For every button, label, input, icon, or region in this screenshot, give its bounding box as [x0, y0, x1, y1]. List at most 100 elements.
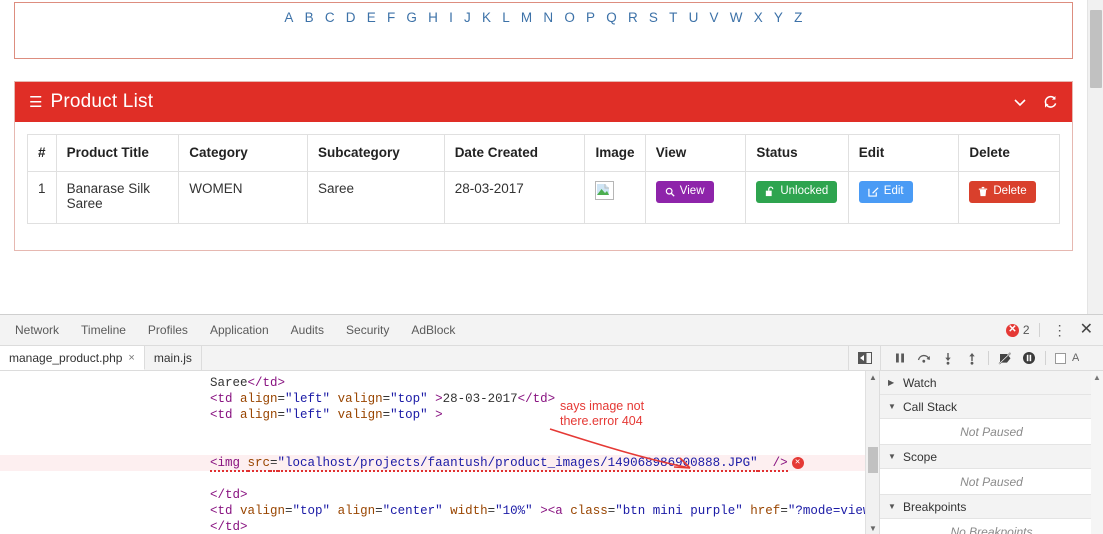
- alphabet-link-n[interactable]: N: [543, 10, 553, 25]
- alphabet-link-c[interactable]: C: [325, 10, 335, 25]
- alphabet-link-f[interactable]: F: [387, 10, 395, 25]
- alphabet-link-q[interactable]: Q: [606, 10, 617, 25]
- sidebar-section-watch[interactable]: ▶ Watch: [880, 371, 1103, 395]
- alphabet-link-b[interactable]: B: [305, 10, 314, 25]
- step-into-icon[interactable]: [937, 347, 959, 369]
- scroll-up-icon[interactable]: ▲: [869, 373, 877, 382]
- sidebar-section-call-stack[interactable]: ▼ Call Stack: [880, 395, 1103, 419]
- step-over-icon[interactable]: [913, 347, 935, 369]
- cell-subcategory: Saree: [306, 171, 445, 224]
- file-tab-manage-product-php[interactable]: manage_product.php ×: [0, 346, 145, 370]
- alphabet-link-a[interactable]: A: [284, 10, 293, 25]
- alphabet-link-k[interactable]: K: [482, 10, 491, 25]
- alphabet-link-w[interactable]: W: [730, 10, 743, 25]
- alphabet-link-p[interactable]: P: [586, 10, 595, 25]
- devtools-tab-profiles[interactable]: Profiles: [137, 315, 199, 345]
- chevron-down-icon: ▼: [888, 502, 896, 511]
- more-vertical-icon[interactable]: ⋮: [1044, 323, 1076, 337]
- line-error-icon[interactable]: ✕: [791, 456, 804, 469]
- cell-title: Banarase Silk Saree: [55, 171, 180, 224]
- screenshot-root: ABCDEFGHIJKLMNOPQRSTUVWXYZ ☰ Product Lis…: [0, 0, 1103, 534]
- code-token: Saree: [210, 376, 248, 390]
- code-token: "btn mini purple": [615, 504, 743, 518]
- source-code: Saree</td> <td align="left" valign="top" …: [0, 371, 879, 534]
- debugger-sidebar: ▶ Watch ▼ Call Stack Not Paused ▼ Scope Not Pau…: [880, 371, 1103, 534]
- editor-scrollbar-thumb[interactable]: [868, 447, 878, 473]
- sidebar-section-body: No Breakpoints: [880, 519, 1103, 534]
- devtools-tabbar: Network Timeline Profiles Application Audits…: [0, 315, 1103, 346]
- delete-button[interactable]: Delete: [969, 181, 1036, 203]
- alphabet-link-l[interactable]: L: [502, 10, 510, 25]
- code-token: "top": [292, 504, 331, 518]
- cell-view: View: [644, 171, 747, 224]
- file-tab-main-js[interactable]: main.js: [145, 346, 202, 370]
- status-unlocked-button[interactable]: Unlocked: [756, 181, 838, 203]
- scroll-down-icon[interactable]: ▼: [869, 524, 877, 533]
- alphabet-link-e[interactable]: E: [367, 10, 376, 25]
- debugger-toolbar: A: [880, 346, 1103, 370]
- page-scrollbar[interactable]: [1087, 0, 1103, 314]
- source-editor[interactable]: Saree</td> <td align="left" valign="top" …: [0, 371, 880, 534]
- alphabet-link-z[interactable]: Z: [794, 10, 802, 25]
- edit-button[interactable]: Edit: [858, 181, 913, 203]
- alphabet-link-t[interactable]: T: [669, 10, 677, 25]
- devtools-tab-adblock[interactable]: AdBlock: [400, 315, 466, 345]
- header-status: Status: [745, 134, 849, 172]
- editor-scrollbar[interactable]: ▲ ▼: [865, 371, 879, 534]
- deactivate-breakpoints-icon[interactable]: [994, 347, 1016, 369]
- alphabet-link-i[interactable]: I: [449, 10, 453, 25]
- show-navigator-icon[interactable]: [848, 346, 880, 370]
- alphabet-link-x[interactable]: X: [754, 10, 763, 25]
- code-token: <td: [210, 392, 241, 406]
- devtools-tab-audits[interactable]: Audits: [280, 315, 335, 345]
- alphabet-link-r[interactable]: R: [628, 10, 638, 25]
- alphabet-link-o[interactable]: O: [564, 10, 575, 25]
- devtools-tab-timeline[interactable]: Timeline: [70, 315, 137, 345]
- step-out-icon[interactable]: [961, 347, 983, 369]
- code-token: valign: [337, 392, 383, 406]
- cell-num: 1: [27, 171, 57, 224]
- alphabet-link-j[interactable]: J: [464, 10, 471, 25]
- refresh-icon[interactable]: [1042, 94, 1058, 110]
- hamburger-icon: ☰: [29, 93, 43, 111]
- alphabet-link-s[interactable]: S: [649, 10, 658, 25]
- pause-on-exceptions-icon[interactable]: [1018, 347, 1040, 369]
- chevron-down-icon[interactable]: [1012, 94, 1028, 110]
- cell-date-created: 28-03-2017: [443, 171, 586, 224]
- alphabet-link-g[interactable]: G: [406, 10, 417, 25]
- file-tab-close-icon[interactable]: ×: [128, 352, 134, 364]
- error-count-badge[interactable]: ✕ 2: [1005, 323, 1040, 337]
- view-button[interactable]: View: [655, 181, 714, 203]
- close-icon[interactable]: ✕: [1076, 322, 1103, 338]
- devtools-tab-security[interactable]: Security: [335, 315, 400, 345]
- alphabet-link-v[interactable]: V: [710, 10, 719, 25]
- sidebar-scrollbar[interactable]: ▲: [1091, 371, 1103, 534]
- sidebar-section-scope[interactable]: ▼ Scope: [880, 445, 1103, 469]
- pause-icon[interactable]: [889, 347, 911, 369]
- trash-icon: [979, 187, 988, 197]
- code-line: <td align="left" valign="top" >: [210, 407, 879, 423]
- code-token: "10%": [495, 504, 533, 518]
- product-list-header: ☰ Product List: [15, 82, 1072, 122]
- alphabet-link-y[interactable]: Y: [774, 10, 783, 25]
- code-token: <a: [547, 504, 571, 518]
- devtools-main: Saree</td> <td align="left" valign="top" …: [0, 371, 1103, 534]
- code-token: =: [277, 408, 286, 422]
- async-checkbox[interactable]: [1055, 352, 1066, 364]
- sidebar-section-breakpoints[interactable]: ▼ Breakpoints: [880, 495, 1103, 519]
- alphabet-link-h[interactable]: H: [428, 10, 438, 25]
- code-token: </td>: [247, 376, 286, 390]
- alphabet-link-d[interactable]: D: [346, 10, 356, 25]
- sidebar-scroll-up-icon[interactable]: ▲: [1093, 373, 1101, 382]
- alphabet-link-m[interactable]: M: [521, 10, 532, 25]
- alphabet-link-u[interactable]: U: [689, 10, 699, 25]
- devtools-tab-network[interactable]: Network: [4, 315, 70, 345]
- chevron-down-icon: ▼: [888, 402, 896, 411]
- code-line: <td valign="top" align="center" width="1…: [210, 503, 879, 519]
- file-tabs: manage_product.php × main.js: [0, 346, 202, 370]
- async-label: A: [1072, 352, 1080, 364]
- devtools-tab-application[interactable]: Application: [199, 315, 280, 345]
- page-scrollbar-thumb[interactable]: [1090, 10, 1102, 88]
- devtools-subbar: manage_product.php × main.js A: [0, 346, 1103, 371]
